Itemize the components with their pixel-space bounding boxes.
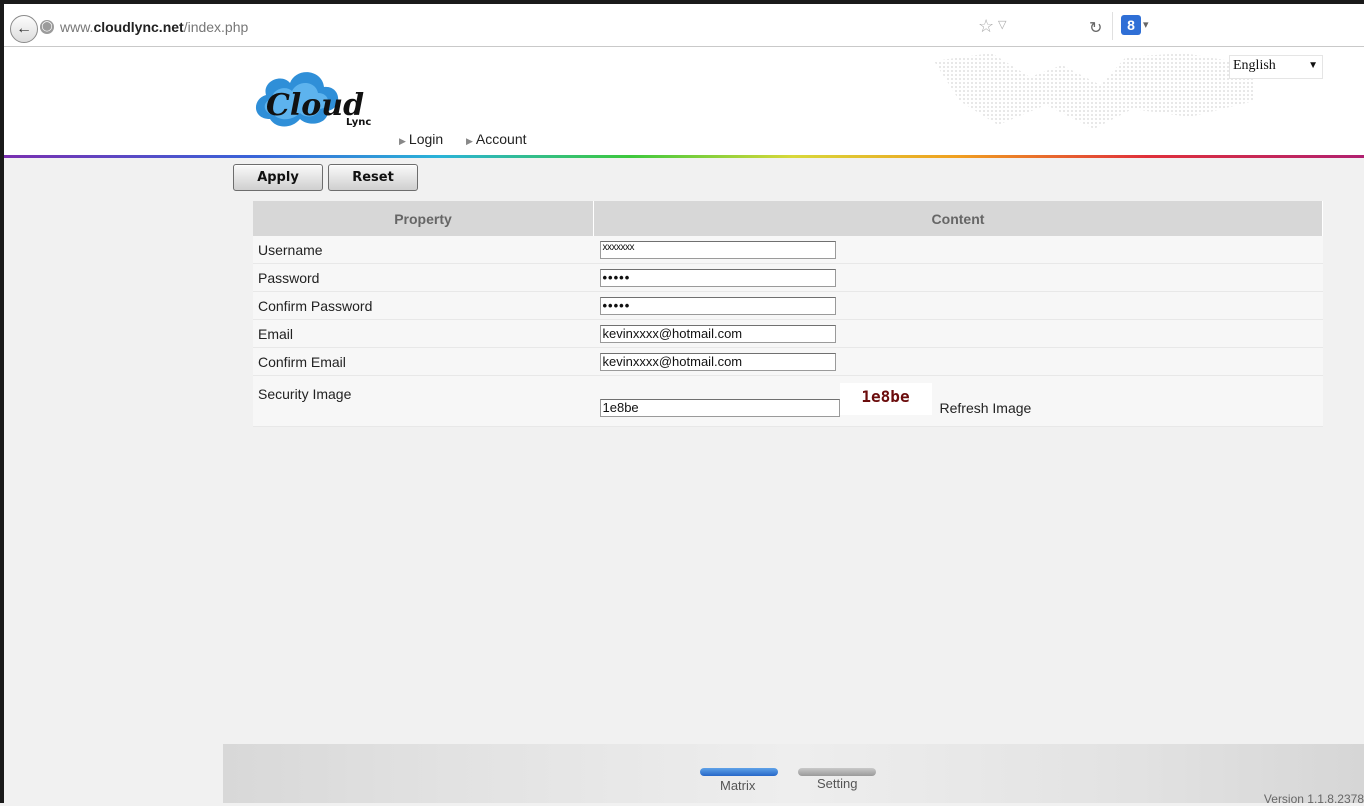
search-engine-dropdown-icon[interactable]: ▾ [1143,18,1149,31]
username-input[interactable]: xxxxxxx [599,240,836,259]
table-row: Confirm Email kevinxxxx@hotmail.com [253,347,1323,376]
apply-button[interactable]: Apply [233,164,323,191]
nav-link-login[interactable]: ▶ Login [399,131,443,147]
tab-setting[interactable] [798,768,876,776]
browser-address-bar: ← ◯ www.cloudlync.net/index.php ☆ ▽ ↻ 8 … [4,4,1364,47]
username-label: Username [253,236,594,264]
column-header-property: Property [253,201,594,236]
confirm-password-label: Confirm Password [253,291,594,320]
globe-icon: ◯ [40,20,54,34]
cloudlync-logo: Cloud Lync [255,72,371,128]
reset-button[interactable]: Reset [328,164,418,191]
table-row: Password ••••• [253,263,1323,292]
dropdown-arrow-icon: ▼ [1308,60,1318,71]
google-search-icon[interactable]: 8 [1121,15,1141,35]
footer-bar: Matrix Setting Version 1.1.8.2378 [223,744,1364,806]
toolbar-separator [1112,12,1113,40]
confirm-password-input[interactable]: ••••• [599,296,836,315]
nav-link-account[interactable]: ▶ Account [466,131,527,147]
account-form-table: Property Content Username xxxxxxx Passwo… [253,201,1323,427]
world-map-decoration [934,53,1254,129]
column-header-content: Content [593,201,1323,236]
confirm-email-input[interactable]: kevinxxxx@hotmail.com [599,352,836,371]
triangle-right-icon: ▶ [466,136,473,146]
email-label: Email [253,319,594,348]
email-input[interactable]: kevinxxxx@hotmail.com [599,324,836,343]
security-image-label: Security Image [253,375,594,427]
password-input[interactable]: ••••• [599,268,836,287]
table-row: Username xxxxxxx [253,236,1323,264]
tab-setting-label[interactable]: Setting [817,776,857,791]
table-row: Email kevinxxxx@hotmail.com [253,319,1323,348]
page-header: Cloud Lync ▶ Login ▶ Account English ▼ [4,47,1364,155]
back-arrow-icon[interactable]: ← [10,15,38,43]
confirm-email-label: Confirm Email [253,347,594,376]
refresh-image-link[interactable]: Refresh Image [940,400,1032,416]
bookmark-dropdown-icon[interactable]: ▽ [998,18,1006,31]
triangle-right-icon: ▶ [399,136,406,146]
url-field[interactable]: www.cloudlync.net/index.php [60,19,248,35]
header-divider [4,155,1364,158]
table-row: Confirm Password ••••• [253,291,1323,320]
svg-text:Lync: Lync [346,117,371,128]
language-select[interactable]: English ▼ [1229,55,1323,79]
bookmark-star-icon[interactable]: ☆ [978,16,994,37]
version-text: Version 1.1.8.2378 [1263,792,1364,806]
table-row: Security Image 1e8be 1e8be Refresh Image [253,375,1323,427]
password-label: Password [253,263,594,292]
security-code-input[interactable]: 1e8be [599,399,840,417]
reload-icon[interactable]: ↻ [1089,18,1102,38]
captcha-image: 1e8be [839,383,932,415]
tab-matrix[interactable] [700,768,778,776]
tab-matrix-label[interactable]: Matrix [720,778,755,793]
